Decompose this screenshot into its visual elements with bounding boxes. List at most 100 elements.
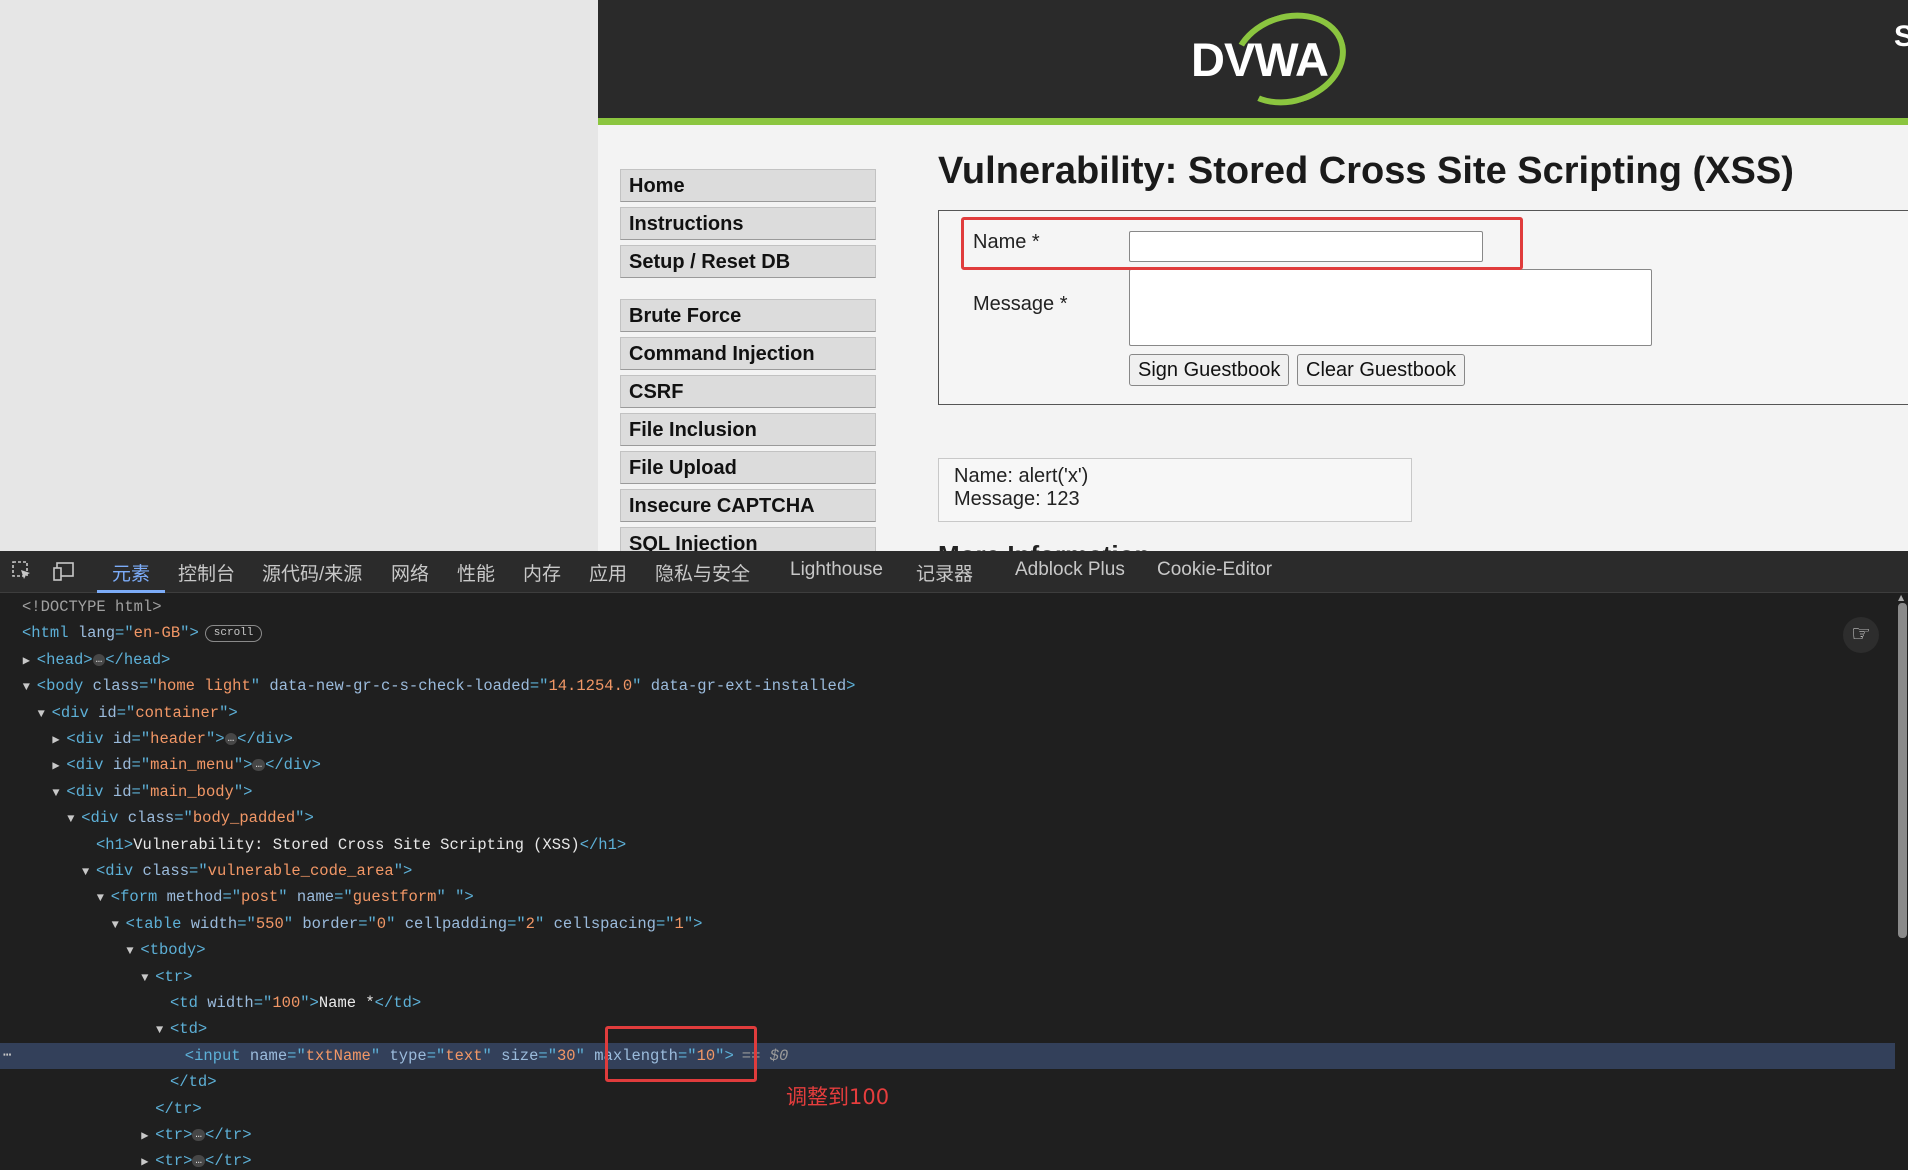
dom-line[interactable]: <html lang="en-GB"> scroll: [0, 620, 1895, 646]
menu-item-instructions[interactable]: Instructions: [620, 207, 876, 240]
tab-network[interactable]: 网络: [391, 559, 429, 586]
expand-arrow-icon[interactable]: ▶: [141, 1123, 155, 1149]
dom-line[interactable]: ▶ <tr>… </tr>: [0, 1122, 1895, 1148]
collapsed-content-ellipsis[interactable]: …: [224, 732, 238, 745]
sign-guestbook-button[interactable]: Sign Guestbook: [1129, 354, 1290, 386]
dom-line[interactable]: ▼ <div id="container">: [0, 700, 1895, 726]
dom-line[interactable]: ▶ <tr>… </tr>: [0, 1148, 1895, 1170]
page-title: Vulnerability: Stored Cross Site Scripti…: [938, 150, 1794, 192]
dom-line[interactable]: ▶ <div id="main_menu">… </div>: [0, 752, 1895, 778]
dom-token: [89, 704, 98, 722]
dom-token: container: [135, 703, 220, 722]
dom-line[interactable]: </td>: [0, 1069, 1895, 1095]
dom-token: 0: [376, 914, 387, 933]
expand-arrow-icon[interactable]: ▶: [23, 648, 37, 674]
logo-text: DVWA: [1191, 33, 1329, 86]
dom-line-content: <!DOCTYPE html>: [22, 594, 162, 620]
tab-console[interactable]: 控制台: [178, 559, 235, 586]
dom-token: [293, 915, 302, 933]
dom-token: type: [389, 1046, 427, 1065]
dom-line[interactable]: ▼ <div id="main_body">: [0, 779, 1895, 805]
menu-item-command-injection[interactable]: Command Injection: [620, 337, 876, 370]
tab-adblock-plus[interactable]: Adblock Plus: [1015, 559, 1125, 581]
collapse-arrow-icon[interactable]: ▼: [67, 806, 81, 832]
tab-performance[interactable]: 性能: [457, 559, 495, 586]
dom-tree-scrollbar[interactable]: ▲: [1897, 593, 1908, 1170]
expand-arrow-icon[interactable]: ▶: [52, 753, 66, 779]
inspect-icon[interactable]: [10, 560, 34, 584]
collapse-arrow-icon[interactable]: ▼: [112, 912, 126, 938]
dom-line[interactable]: ▶ <head>… </head>: [0, 647, 1895, 673]
tab-lighthouse[interactable]: Lighthouse: [790, 559, 883, 581]
screen: DVWA S Home Instructions Setup / Reset D…: [0, 0, 1908, 1170]
collapsed-content-ellipsis[interactable]: …: [92, 653, 106, 666]
dom-line[interactable]: ▼ <body class="home light" data-new-gr-c-…: [0, 673, 1895, 699]
collapse-arrow-icon[interactable]: ▼: [23, 674, 37, 700]
dom-tree[interactable]: <!DOCTYPE html> <html lang="en-GB"> scroll…: [0, 593, 1895, 1170]
dom-token: home light: [157, 677, 251, 696]
menu-item-sql-injection[interactable]: SQL Injection: [620, 527, 876, 551]
collapse-arrow-icon[interactable]: ▼: [52, 780, 66, 806]
tab-cookie-editor[interactable]: Cookie-Editor: [1157, 559, 1272, 581]
tab-privacy-security[interactable]: 隐私与安全: [655, 559, 750, 586]
dom-line[interactable]: </tr>: [0, 1096, 1895, 1122]
menu-item-brute-force[interactable]: Brute Force: [620, 299, 876, 332]
dom-line[interactable]: <!DOCTYPE html>: [0, 594, 1895, 620]
collapse-arrow-icon[interactable]: ▼: [38, 701, 52, 727]
collapsed-content-ellipsis[interactable]: …: [192, 1128, 206, 1141]
collapsed-content-ellipsis[interactable]: …: [192, 1155, 206, 1168]
expand-arrow-icon[interactable]: ▶: [141, 1149, 155, 1170]
menu-item-insecure-captcha[interactable]: Insecure CAPTCHA: [620, 489, 876, 522]
dom-line[interactable]: ▼ <div class="vulnerable_code_area">: [0, 858, 1895, 884]
dvwa-logo[interactable]: DVWA: [1191, 0, 1359, 120]
collapse-arrow-icon[interactable]: ▼: [126, 938, 140, 964]
menu-item-file-inclusion[interactable]: File Inclusion: [620, 413, 876, 446]
accessibility-tree-icon[interactable]: ☞: [1843, 617, 1879, 653]
tab-sources[interactable]: 源代码/来源: [262, 559, 362, 586]
dom-token: class: [92, 677, 140, 696]
dom-token: =": [538, 1046, 557, 1065]
dom-line-content: ▼ <div id="container">: [38, 700, 238, 727]
dom-token: [492, 1047, 501, 1065]
device-toolbar-icon[interactable]: [52, 560, 76, 584]
dom-line[interactable]: ▼ <tbody>: [0, 937, 1895, 963]
scroll-up-arrow-icon[interactable]: ▲: [1898, 593, 1904, 602]
dom-line[interactable]: ▼ <table width="550" border="0" cellpaddi…: [0, 911, 1895, 937]
dom-line-selected[interactable]: ⋯ <input name="txtName" type="text" size=…: [0, 1042, 1895, 1069]
menu-item-csrf[interactable]: CSRF: [620, 375, 876, 408]
dom-line[interactable]: ▶ <div id="header">… </div>: [0, 726, 1895, 752]
tab-recorder[interactable]: 记录器: [916, 559, 973, 586]
clear-guestbook-button[interactable]: Clear Guestbook: [1297, 354, 1466, 386]
tab-application[interactable]: 应用: [589, 559, 627, 586]
menu-item-file-upload[interactable]: File Upload: [620, 451, 876, 484]
dom-token: <div: [96, 862, 134, 880]
dom-line[interactable]: ▼ <tr>: [0, 964, 1895, 990]
menu-item-setup-reset-db[interactable]: Setup / Reset DB: [620, 245, 876, 278]
expand-arrow-icon[interactable]: ▶: [52, 727, 66, 753]
dom-line[interactable]: ▼ <form method="post" name="guestform" ">: [0, 884, 1895, 910]
dom-line-content: ▶ <tr>… </tr>: [141, 1122, 251, 1149]
dom-line[interactable]: ▼ <div class="body_padded">: [0, 805, 1895, 831]
dom-line-content: ▶ <div id="main_menu">… </div>: [52, 752, 321, 779]
dom-token: >: [846, 677, 856, 696]
dom-line-content: </td>: [170, 1069, 217, 1095]
scroll-badge[interactable]: scroll: [204, 624, 263, 642]
row-more-icon[interactable]: ⋯: [3, 1043, 11, 1069]
scrollbar-thumb[interactable]: [1898, 603, 1907, 938]
tab-memory[interactable]: 内存: [523, 559, 561, 586]
message-input[interactable]: [1129, 269, 1652, 346]
collapsed-content-ellipsis[interactable]: …: [252, 759, 266, 772]
collapse-arrow-icon[interactable]: ▼: [97, 885, 111, 911]
main-menu: Home Instructions Setup / Reset DB Brute…: [620, 169, 876, 551]
menu-item-home[interactable]: Home: [620, 169, 876, 202]
collapse-arrow-icon[interactable]: ▼: [156, 1017, 170, 1043]
dom-line-content: ▼ <div id="main_body">: [52, 779, 252, 806]
collapse-arrow-icon[interactable]: ▼: [141, 965, 155, 991]
dom-token: =": [131, 756, 151, 775]
dom-line[interactable]: <td width="100">Name *</td>: [0, 990, 1895, 1016]
tab-elements[interactable]: 元素: [112, 559, 150, 586]
dom-line[interactable]: ▼ <td>: [0, 1016, 1895, 1042]
dom-line[interactable]: <h1>Vulnerability: Stored Cross Site Scr…: [0, 832, 1895, 858]
dom-token: </div>: [265, 756, 321, 775]
collapse-arrow-icon[interactable]: ▼: [82, 859, 96, 885]
